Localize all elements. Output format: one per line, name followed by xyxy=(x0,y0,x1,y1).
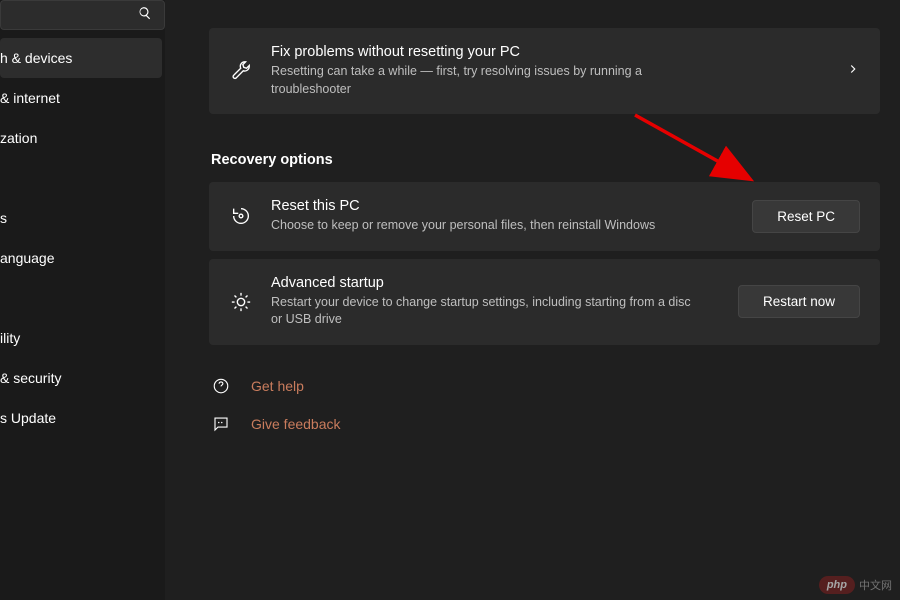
wrench-icon xyxy=(229,60,253,82)
get-help-label: Get help xyxy=(251,378,304,394)
search-input[interactable] xyxy=(0,0,165,30)
watermark-badge: php xyxy=(819,576,855,594)
reset-title: Reset this PC xyxy=(271,198,734,214)
footer-links: Get help Give feedback xyxy=(209,371,880,439)
sidebar: h & devices & internet zation s anguage … xyxy=(0,0,165,600)
recovery-options-heading: Recovery options xyxy=(211,152,880,168)
feedback-icon xyxy=(209,415,233,433)
advanced-title: Advanced startup xyxy=(271,275,720,291)
give-feedback-label: Give feedback xyxy=(251,416,341,432)
sidebar-item-privacy-security[interactable]: & security xyxy=(0,358,165,398)
sidebar-item-windows-update[interactable]: s Update xyxy=(0,398,165,438)
watermark-text: 中文网 xyxy=(859,577,892,593)
sidebar-item-accessibility[interactable]: ility xyxy=(0,318,165,358)
startup-icon xyxy=(229,291,253,313)
sidebar-item-accounts[interactable]: s xyxy=(0,198,165,238)
search-icon xyxy=(138,6,152,25)
sidebar-item-apps[interactable] xyxy=(0,158,165,198)
restart-now-button[interactable]: Restart now xyxy=(738,285,860,318)
get-help-link[interactable]: Get help xyxy=(209,371,880,401)
reset-pc-button[interactable]: Reset PC xyxy=(752,200,860,233)
advanced-startup-card: Advanced startup Restart your device to … xyxy=(209,259,880,345)
sidebar-item-personalization[interactable]: zation xyxy=(0,118,165,158)
troubleshoot-title: Fix problems without resetting your PC xyxy=(271,44,828,60)
sidebar-item-network-internet[interactable]: & internet xyxy=(0,78,165,118)
troubleshoot-desc: Resetting can take a while — first, try … xyxy=(271,63,701,98)
chevron-right-icon xyxy=(846,62,860,81)
main-content: Fix problems without resetting your PC R… xyxy=(165,0,900,600)
reset-pc-card: Reset this PC Choose to keep or remove y… xyxy=(209,182,880,251)
advanced-desc: Restart your device to change startup se… xyxy=(271,294,701,329)
reset-icon xyxy=(229,205,253,227)
troubleshoot-card[interactable]: Fix problems without resetting your PC R… xyxy=(209,28,880,114)
sidebar-item-bluetooth-devices[interactable]: h & devices xyxy=(0,38,162,78)
help-icon xyxy=(209,377,233,395)
sidebar-item-gaming[interactable] xyxy=(0,278,165,318)
sidebar-item-time-language[interactable]: anguage xyxy=(0,238,165,278)
reset-desc: Choose to keep or remove your personal f… xyxy=(271,217,701,235)
watermark: php 中文网 xyxy=(819,576,892,594)
give-feedback-link[interactable]: Give feedback xyxy=(209,409,880,439)
